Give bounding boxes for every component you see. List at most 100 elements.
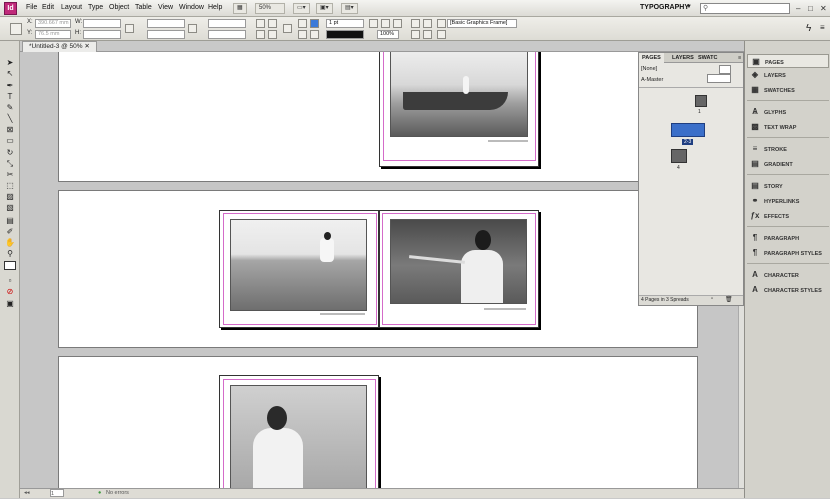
- panel-menu-icon[interactable]: ≡: [735, 53, 744, 63]
- close-button[interactable]: ✕: [820, 4, 827, 13]
- lightning-icon[interactable]: ϟ: [806, 23, 811, 34]
- page-1[interactable]: [379, 52, 539, 167]
- photo-woman-arm[interactable]: [390, 219, 527, 304]
- select-content-icon[interactable]: [310, 30, 319, 39]
- stroke-type-select[interactable]: [326, 30, 364, 39]
- free-transform-tool-icon[interactable]: ⬚: [4, 181, 16, 190]
- type-tool-icon[interactable]: T: [4, 92, 16, 101]
- center-content-icon[interactable]: [411, 30, 420, 39]
- y-field[interactable]: 76.5 mm: [35, 30, 71, 39]
- stroke-swatch[interactable]: [298, 30, 307, 39]
- workspace-switcher[interactable]: TYPOGRAPHY: [640, 4, 689, 11]
- dock-character[interactable]: A CHARACTER: [747, 268, 829, 282]
- x-field[interactable]: 390.667 mm: [35, 19, 71, 28]
- gradient-tool-icon[interactable]: ▨: [4, 192, 16, 201]
- drop-shadow-icon[interactable]: [381, 19, 390, 28]
- bridge-icon[interactable]: ▦: [233, 3, 247, 14]
- chevron-down-icon[interactable]: ▼: [686, 4, 692, 10]
- photo-boat[interactable]: [390, 52, 528, 137]
- flip-vertical-icon[interactable]: [268, 30, 277, 39]
- text-wrap-icon[interactable]: [437, 30, 446, 39]
- rectangle-tool-icon[interactable]: ▭: [4, 136, 16, 145]
- trash-icon[interactable]: 🗑: [725, 296, 733, 303]
- page-number-field[interactable]: 1: [50, 489, 64, 497]
- arrange-documents-icon[interactable]: ▤▾: [341, 3, 358, 14]
- rotate-cw-icon[interactable]: [256, 19, 265, 28]
- document-tab[interactable]: *Untitled-3 @ 50% ✕: [22, 41, 97, 52]
- photo-woman-sea[interactable]: [230, 219, 367, 311]
- master-none[interactable]: [None]: [641, 66, 657, 72]
- tab-swatches[interactable]: SWATC: [695, 53, 720, 63]
- note-tool-icon[interactable]: ▤: [4, 216, 16, 225]
- minimize-button[interactable]: –: [796, 4, 800, 13]
- dock-paragraph-styles[interactable]: ¶ PARAGRAPH STYLES: [747, 246, 829, 260]
- menu-object[interactable]: Object: [109, 4, 129, 11]
- height-field[interactable]: [83, 30, 121, 39]
- zoom-level[interactable]: 50%: [255, 3, 285, 14]
- dock-glyphs[interactable]: Ѧ GLYPHS: [747, 105, 829, 119]
- menu-window[interactable]: Window: [179, 4, 204, 11]
- tab-pages[interactable]: PAGES: [639, 53, 664, 63]
- dock-effects[interactable]: ƒx EFFECTS: [747, 209, 829, 223]
- dock-story[interactable]: ▤ STORY: [747, 179, 829, 193]
- pencil-tool-icon[interactable]: ✎: [4, 103, 16, 112]
- menu-table[interactable]: Table: [135, 4, 152, 11]
- rotate-ccw-icon[interactable]: [268, 19, 277, 28]
- rotation-field[interactable]: [208, 19, 246, 28]
- select-container-icon[interactable]: [298, 19, 307, 28]
- page-thumbnail-1[interactable]: [695, 95, 707, 107]
- normal-view-mode-icon[interactable]: ▣: [4, 299, 16, 308]
- menu-type[interactable]: Type: [88, 4, 103, 11]
- new-page-icon[interactable]: ▫: [711, 296, 713, 302]
- page-2[interactable]: [219, 210, 379, 328]
- panel-menu-icon[interactable]: ≡: [820, 23, 825, 32]
- master-a[interactable]: A-Master: [641, 77, 663, 83]
- line-tool-icon[interactable]: ╲: [4, 114, 16, 123]
- formatting-affects-container-icon[interactable]: ▫: [4, 276, 16, 285]
- page-thumbnail-2-3[interactable]: [671, 123, 705, 137]
- photo-woman-white-dress[interactable]: [230, 385, 367, 488]
- shear-field[interactable]: [208, 30, 246, 39]
- apply-none-icon[interactable]: ⊘: [4, 287, 16, 296]
- scale-x-field[interactable]: [147, 19, 185, 28]
- scale-link-icon[interactable]: [188, 24, 197, 33]
- scale-tool-icon[interactable]: ⤡: [4, 159, 16, 168]
- fill-stroke-swatch[interactable]: [4, 261, 16, 270]
- rectangle-frame-tool-icon[interactable]: ⊠: [4, 125, 16, 134]
- fit-content-icon[interactable]: [411, 19, 420, 28]
- reference-point-icon[interactable]: [10, 23, 22, 35]
- scale-y-field[interactable]: [147, 30, 185, 39]
- screen-mode-icon[interactable]: ▣▾: [316, 3, 333, 14]
- stroke-weight-field[interactable]: 1 pt: [326, 19, 364, 28]
- fit-frame-icon[interactable]: [423, 19, 432, 28]
- direct-selection-tool-icon[interactable]: ↖: [4, 69, 16, 78]
- dock-layers[interactable]: ◈ LAYERS: [747, 68, 829, 82]
- eyedropper-tool-icon[interactable]: ✐: [4, 227, 16, 236]
- dock-character-styles[interactable]: A CHARACTER STYLES: [747, 283, 829, 297]
- first-page-icon[interactable]: ◂◂: [24, 489, 30, 498]
- scissors-tool-icon[interactable]: ✂: [4, 170, 16, 179]
- search-input[interactable]: ⚲: [700, 3, 790, 14]
- menu-help[interactable]: Help: [208, 4, 222, 11]
- dock-stroke[interactable]: ≡ STROKE: [747, 142, 829, 156]
- menu-file[interactable]: File: [26, 4, 37, 11]
- menu-edit[interactable]: Edit: [42, 4, 54, 11]
- width-field[interactable]: [83, 19, 121, 28]
- selection-tool-icon[interactable]: ➤: [4, 58, 16, 67]
- hand-tool-icon[interactable]: ✋: [4, 238, 16, 247]
- dock-hyperlinks[interactable]: ⚭ HYPERLINKS: [747, 194, 829, 208]
- rotate-tool-icon[interactable]: ↻: [4, 148, 16, 157]
- page-thumbnail-4[interactable]: [671, 149, 687, 163]
- fill-frame-icon[interactable]: [423, 30, 432, 39]
- zoom-tool-icon[interactable]: ⚲: [4, 249, 16, 258]
- menu-layout[interactable]: Layout: [61, 4, 82, 11]
- dock-text-wrap[interactable]: ▩ TEXT WRAP: [747, 120, 829, 134]
- pen-tool-icon[interactable]: ✒: [4, 81, 16, 90]
- dock-paragraph[interactable]: ¶ PARAGRAPH: [747, 231, 829, 245]
- dock-swatches[interactable]: ▦ SWATCHES: [747, 83, 829, 97]
- fx-icon[interactable]: [393, 19, 402, 28]
- constrain-proportions-icon[interactable]: [125, 24, 134, 33]
- preflight-status[interactable]: No errors: [106, 489, 129, 498]
- flip-horizontal-icon[interactable]: [256, 30, 265, 39]
- maximize-button[interactable]: □: [808, 4, 813, 13]
